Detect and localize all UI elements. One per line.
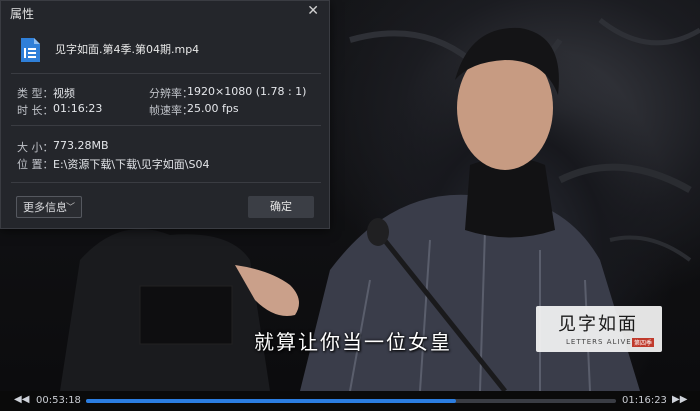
duration-value: 01:16:23 (53, 102, 103, 115)
more-info-label: 更多信息 (23, 201, 67, 214)
file-name: 见字如面.第4季.第04期.mp4 (55, 43, 200, 56)
elapsed-time: 00:53:18 (36, 395, 81, 406)
video-subtitle: 就算让你当一位女皇 (254, 330, 452, 354)
properties-dialog: 属性 ✕ 见字如面.第4季.第04期.mp4 类 型： 视频 分辨率： 1920… (0, 0, 330, 229)
resolution-value: 1920×1080 (1.78 : 1) (187, 85, 307, 98)
divider-middle (11, 125, 321, 126)
rewind-icon[interactable]: ◀◀ (14, 394, 29, 405)
show-logo-title: 见字如面 (558, 314, 638, 335)
video-file-icon (21, 38, 40, 62)
dialog-title: 属性 (10, 7, 35, 21)
divider-bottom (11, 182, 321, 183)
divider-top (11, 73, 321, 74)
show-logo: 见字如面 LETTERS ALIVE 第四季 (536, 306, 662, 352)
chevron-down-icon: ﹀ (65, 203, 75, 213)
seek-bar[interactable] (86, 399, 616, 403)
type-value: 视频 (53, 87, 75, 100)
show-logo-english: LETTERS ALIVE (566, 338, 632, 346)
duration-label: 时 长： (17, 104, 54, 117)
total-time: 01:16:23 (622, 395, 667, 406)
location-value: E:\资源下载\下载\见字如面\S04 (53, 158, 210, 171)
more-info-dropdown[interactable]: 更多信息 ﹀ (16, 196, 82, 218)
size-value: 773.28MB (53, 139, 109, 152)
location-label: 位 置： (17, 158, 54, 171)
size-label: 大 小： (17, 141, 54, 154)
player-controls: ◀◀ 00:53:18 01:16:23 ▶▶ (0, 391, 700, 411)
show-logo-season-tag: 第四季 (632, 338, 655, 347)
ok-button[interactable]: 确定 (248, 196, 314, 218)
close-icon[interactable]: ✕ (307, 3, 319, 19)
framerate-value: 25.00 fps (187, 102, 239, 115)
type-label: 类 型： (17, 87, 54, 100)
seek-bar-progress (86, 399, 456, 403)
fast-forward-icon[interactable]: ▶▶ (672, 394, 687, 405)
